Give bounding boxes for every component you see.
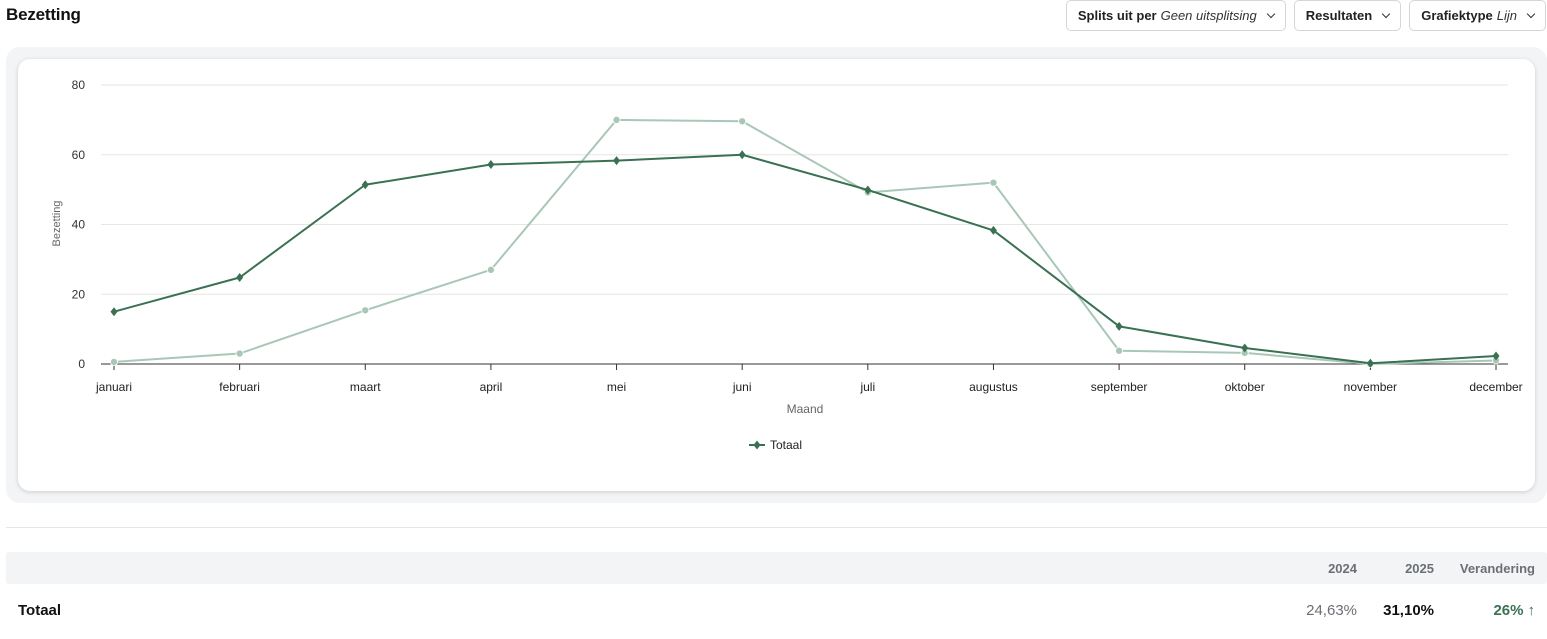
x-tick-label: maart <box>350 380 381 394</box>
x-tick-label: mei <box>607 380 626 394</box>
results-label: Resultaten <box>1305 8 1373 23</box>
table-row: Totaal 24,63% 31,10% 26% ↑ <box>6 598 1547 624</box>
y-tick-label: 20 <box>72 287 86 301</box>
data-point <box>235 349 244 358</box>
x-tick-label: september <box>1091 380 1148 394</box>
x-tick-label: juni <box>732 380 752 394</box>
arrow-up-icon: ↑ <box>1527 602 1536 619</box>
y-tick-label: 0 <box>78 357 85 371</box>
series-line-series-2 <box>113 118 1497 365</box>
table-header: 2024 2025 Verandering <box>6 552 1547 584</box>
page-title: Bezetting <box>6 5 81 24</box>
x-tick-label: augustus <box>969 380 1018 394</box>
line-chart: 0 20 40 60 80 januari februari maart april mei jun… <box>51 78 1523 452</box>
data-point <box>110 357 119 366</box>
series-line-totaal <box>113 153 1497 365</box>
data-point <box>487 160 495 170</box>
data-point <box>738 150 746 160</box>
chart-type-dropdown[interactable]: Grafiektype Lijn <box>1409 0 1546 31</box>
data-point <box>361 306 370 315</box>
data-point <box>989 178 998 187</box>
x-tick-label: april <box>480 380 503 394</box>
column-header-change: Verandering <box>1459 561 1535 576</box>
data-point <box>110 307 118 317</box>
x-axis-title: Maand <box>787 402 824 416</box>
toolbar: Splits uit per Geen uitsplitsing Resulta… <box>1065 0 1546 31</box>
data-point <box>486 265 495 274</box>
chart-card: 0 20 40 60 80 januari februari maart april mei jun… <box>18 59 1535 491</box>
x-tick-label: februari <box>219 380 260 394</box>
data-point <box>738 117 747 126</box>
data-point <box>361 180 369 190</box>
chart-type-label: Grafiektype <box>1421 8 1493 23</box>
y-axis-title: Bezetting <box>51 201 63 247</box>
column-header-2024: 2024 <box>1328 561 1357 576</box>
change-value: 26% ↑ <box>1493 602 1535 619</box>
data-point <box>612 115 621 124</box>
results-dropdown[interactable]: Resultaten <box>1293 0 1402 31</box>
x-tick-label: oktober <box>1225 380 1265 394</box>
split-by-label: Splits uit per <box>1077 8 1157 23</box>
data-point <box>989 225 997 235</box>
chevron-down-icon <box>1266 9 1275 18</box>
data-point <box>1115 346 1124 355</box>
x-tick-label: november <box>1344 380 1397 394</box>
split-by-value: Geen uitsplitsing <box>1160 8 1257 23</box>
split-by-dropdown[interactable]: Splits uit per Geen uitsplitsing <box>1065 0 1286 31</box>
data-point <box>613 156 621 166</box>
value-2024: 24,63% <box>1306 602 1357 619</box>
data-point <box>1115 321 1123 331</box>
x-tick-label: december <box>1469 380 1522 394</box>
row-label: Totaal <box>18 602 62 619</box>
legend-label: Totaal <box>770 438 802 452</box>
chart-panel: 0 20 40 60 80 januari februari maart april mei jun… <box>6 47 1547 503</box>
x-tick-label: juli <box>859 380 875 394</box>
data-point <box>236 273 244 283</box>
chart-type-value: Lijn <box>1496 8 1517 23</box>
y-tick-label: 40 <box>72 218 86 232</box>
legend-marker <box>753 440 761 450</box>
y-tick-label: 60 <box>72 148 86 162</box>
change-percent: 26% <box>1493 602 1524 619</box>
y-tick-label: 80 <box>72 78 86 92</box>
column-header-2025: 2025 <box>1405 561 1434 576</box>
x-tick-label: januari <box>95 380 132 394</box>
chevron-down-icon <box>1381 9 1391 18</box>
chevron-down-icon <box>1526 9 1536 18</box>
divider <box>6 527 1547 528</box>
value-2025: 31,10% <box>1383 602 1434 619</box>
